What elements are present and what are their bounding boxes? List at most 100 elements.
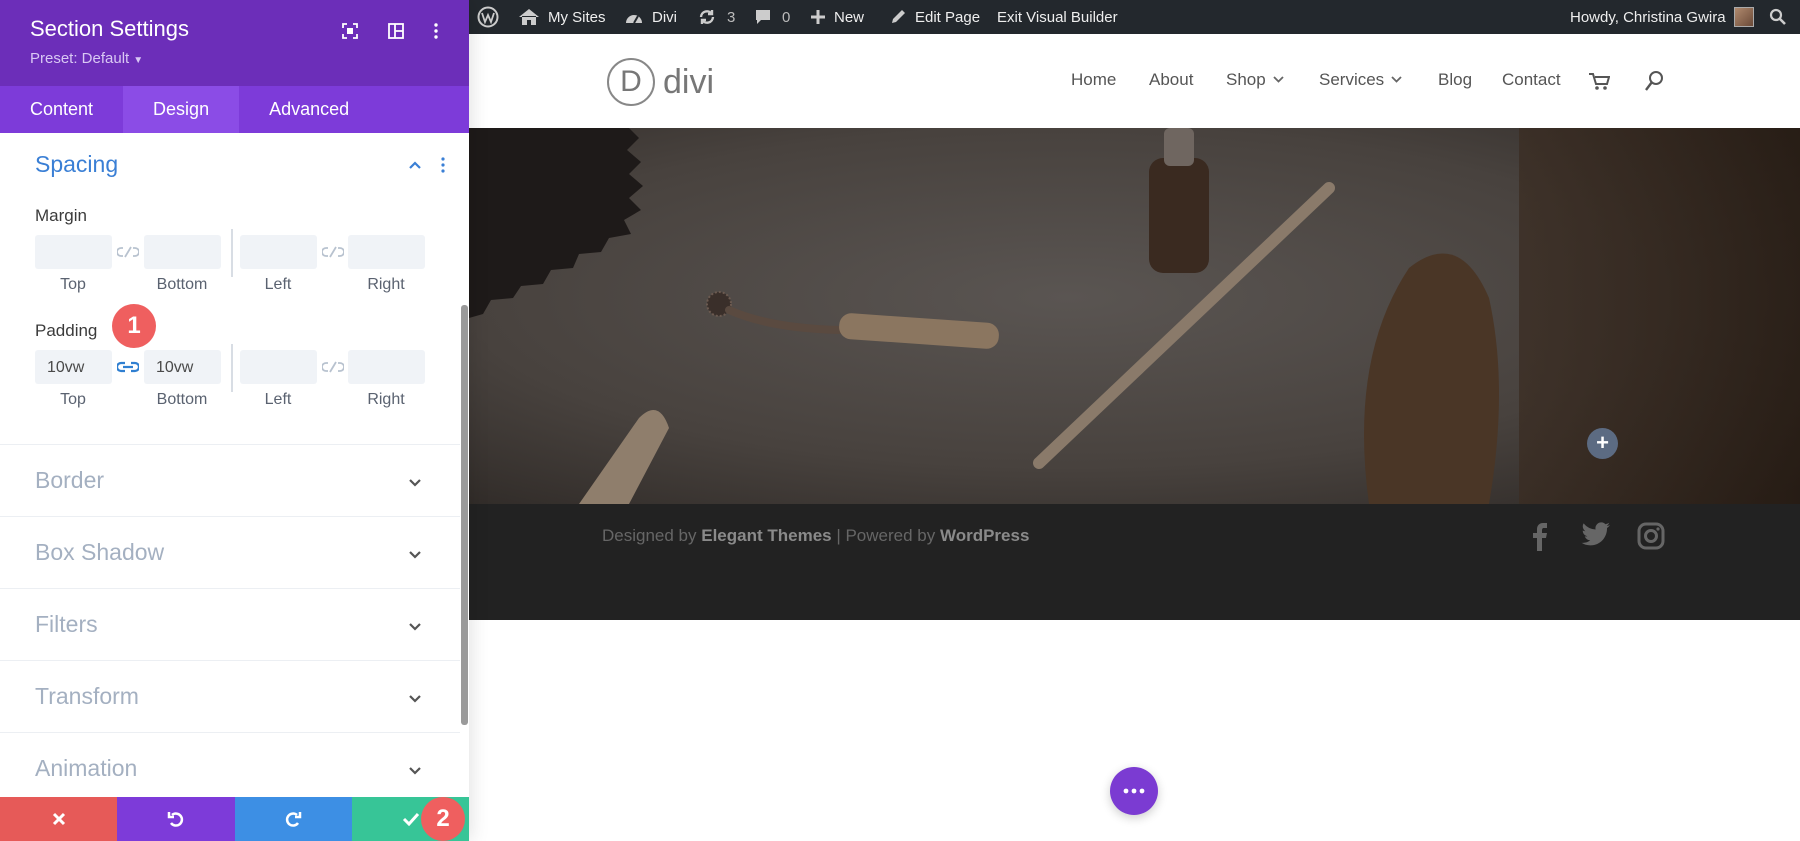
- unlinked-icon[interactable]: [321, 244, 345, 260]
- new-menu[interactable]: New: [810, 0, 864, 34]
- cart-icon[interactable]: [1588, 72, 1610, 92]
- credits-brand-link[interactable]: Elegant Themes: [701, 526, 831, 545]
- group-animation[interactable]: Animation: [0, 732, 460, 797]
- group-border[interactable]: Border: [0, 444, 460, 516]
- refresh-icon: [699, 10, 715, 24]
- redo-icon: [285, 812, 302, 827]
- group-title: Transform: [35, 683, 139, 709]
- chevron-up-icon[interactable]: [408, 157, 422, 175]
- divi-menu[interactable]: Divi: [624, 0, 677, 34]
- wp-admin-bar: My Sites Divi 3 0 New Edit Page Exit Vis…: [469, 0, 1800, 34]
- pencil-icon: [892, 10, 905, 23]
- edit-page-link[interactable]: Edit Page: [889, 0, 980, 34]
- more-horizontal-icon: [1123, 788, 1145, 794]
- padding-left-input[interactable]: [240, 350, 317, 384]
- margin-left-label: Left: [264, 276, 292, 293]
- twitter-icon[interactable]: [1581, 522, 1611, 553]
- margin-bottom-input[interactable]: [144, 235, 221, 269]
- padding-right-input[interactable]: [348, 350, 425, 384]
- nav-home[interactable]: Home: [1071, 70, 1116, 90]
- panel-tabs: Content Design Advanced: [0, 86, 469, 133]
- split-view-icon[interactable]: [385, 20, 407, 42]
- unlinked-icon[interactable]: [116, 244, 140, 260]
- undo-button[interactable]: [117, 797, 235, 841]
- credits-middle: | Powered by: [831, 526, 940, 545]
- padding-top-input[interactable]: 10vw: [35, 350, 112, 384]
- margin-top-label: Top: [60, 276, 86, 293]
- panel-scrollbar[interactable]: [461, 305, 468, 725]
- more-options-icon[interactable]: [425, 20, 447, 42]
- nav-services[interactable]: Services: [1319, 70, 1402, 90]
- step-badge-2: 2: [421, 797, 465, 841]
- dashboard-icon: [626, 15, 642, 24]
- margin-right-input[interactable]: [348, 235, 425, 269]
- page-settings-button[interactable]: [1110, 767, 1158, 815]
- margin-left-input[interactable]: [240, 235, 317, 269]
- nav-shop-label: Shop: [1226, 70, 1266, 89]
- tab-content[interactable]: Content: [0, 86, 123, 133]
- chevron-down-icon: [408, 475, 422, 493]
- facebook-icon[interactable]: [1531, 522, 1549, 557]
- my-sites-menu[interactable]: My Sites: [518, 0, 606, 34]
- padding-bottom-input[interactable]: 10vw: [144, 350, 221, 384]
- chevron-down-icon: [1391, 76, 1402, 83]
- group-filters[interactable]: Filters: [0, 588, 460, 660]
- updates-count: 3: [727, 8, 736, 26]
- chevron-down-icon: [408, 619, 422, 637]
- padding-top-label: Top: [60, 391, 86, 408]
- updates-menu[interactable]: 3: [697, 0, 735, 34]
- comments-menu[interactable]: 0: [754, 0, 790, 34]
- avatar: [1733, 7, 1754, 27]
- margin-label: Margin: [35, 206, 87, 225]
- unlinked-icon[interactable]: [321, 359, 345, 375]
- instagram-icon[interactable]: [1637, 522, 1665, 555]
- add-module-button[interactable]: +: [1587, 428, 1618, 459]
- search-icon[interactable]: [1644, 70, 1664, 92]
- undo-icon: [167, 812, 184, 827]
- tab-design[interactable]: Design: [123, 86, 240, 133]
- nav-about[interactable]: About: [1149, 70, 1193, 90]
- spacing-group-title[interactable]: Spacing: [35, 151, 118, 178]
- chevron-down-icon: [1273, 76, 1284, 83]
- caret-down-icon: ▼: [133, 55, 144, 66]
- search-icon[interactable]: [1769, 0, 1795, 34]
- step-badge-1: 1: [112, 304, 156, 348]
- close-icon: [52, 812, 65, 826]
- padding-divider: [231, 344, 233, 392]
- chevron-down-icon: [408, 691, 422, 709]
- panel-title: Section Settings: [30, 16, 189, 41]
- footer-credits: Designed by Elegant Themes | Powered by …: [602, 526, 1029, 546]
- group-title: Border: [35, 467, 105, 493]
- hero-section[interactable]: +: [469, 128, 1800, 504]
- group-transform[interactable]: Transform: [0, 660, 460, 732]
- nav-contact[interactable]: Contact: [1502, 70, 1561, 90]
- fullscreen-icon[interactable]: [339, 20, 361, 42]
- site-logo[interactable]: D divi: [607, 58, 714, 106]
- nav-shop[interactable]: Shop: [1226, 70, 1284, 90]
- redo-button[interactable]: [234, 797, 352, 841]
- divi-label: Divi: [652, 8, 677, 26]
- padding-right-label: Right: [367, 391, 405, 408]
- new-label: New: [834, 8, 865, 26]
- account-menu[interactable]: Howdy, Christina Gwira: [1570, 0, 1754, 34]
- exit-visual-builder-link[interactable]: Exit Visual Builder: [997, 0, 1118, 34]
- credits-platform-link[interactable]: WordPress: [940, 526, 1029, 545]
- greeting-text: Howdy, Christina Gwira: [1570, 8, 1726, 26]
- padding-bottom-label: Bottom: [156, 391, 208, 408]
- linked-icon[interactable]: [115, 359, 141, 375]
- nav-services-label: Services: [1319, 70, 1385, 89]
- nav-blog[interactable]: Blog: [1438, 70, 1472, 90]
- section-settings-panel: Section Settings Preset: Default ▼ Conten…: [0, 0, 469, 841]
- group-box-shadow[interactable]: Box Shadow: [0, 516, 460, 588]
- margin-right-label: Right: [367, 276, 405, 293]
- chevron-down-icon: [408, 547, 422, 565]
- discard-button[interactable]: [0, 797, 118, 841]
- margin-divider: [231, 229, 233, 277]
- panel-body: Spacing Margin Top Bottom Left Right Pad…: [0, 133, 460, 797]
- margin-top-input[interactable]: [35, 235, 112, 269]
- spacing-options-icon[interactable]: [440, 157, 446, 178]
- checkmark-icon: [402, 812, 419, 826]
- tab-advanced[interactable]: Advanced: [239, 86, 379, 133]
- wordpress-logo-icon[interactable]: [477, 0, 507, 34]
- preset-dropdown[interactable]: Preset: Default ▼: [30, 50, 143, 67]
